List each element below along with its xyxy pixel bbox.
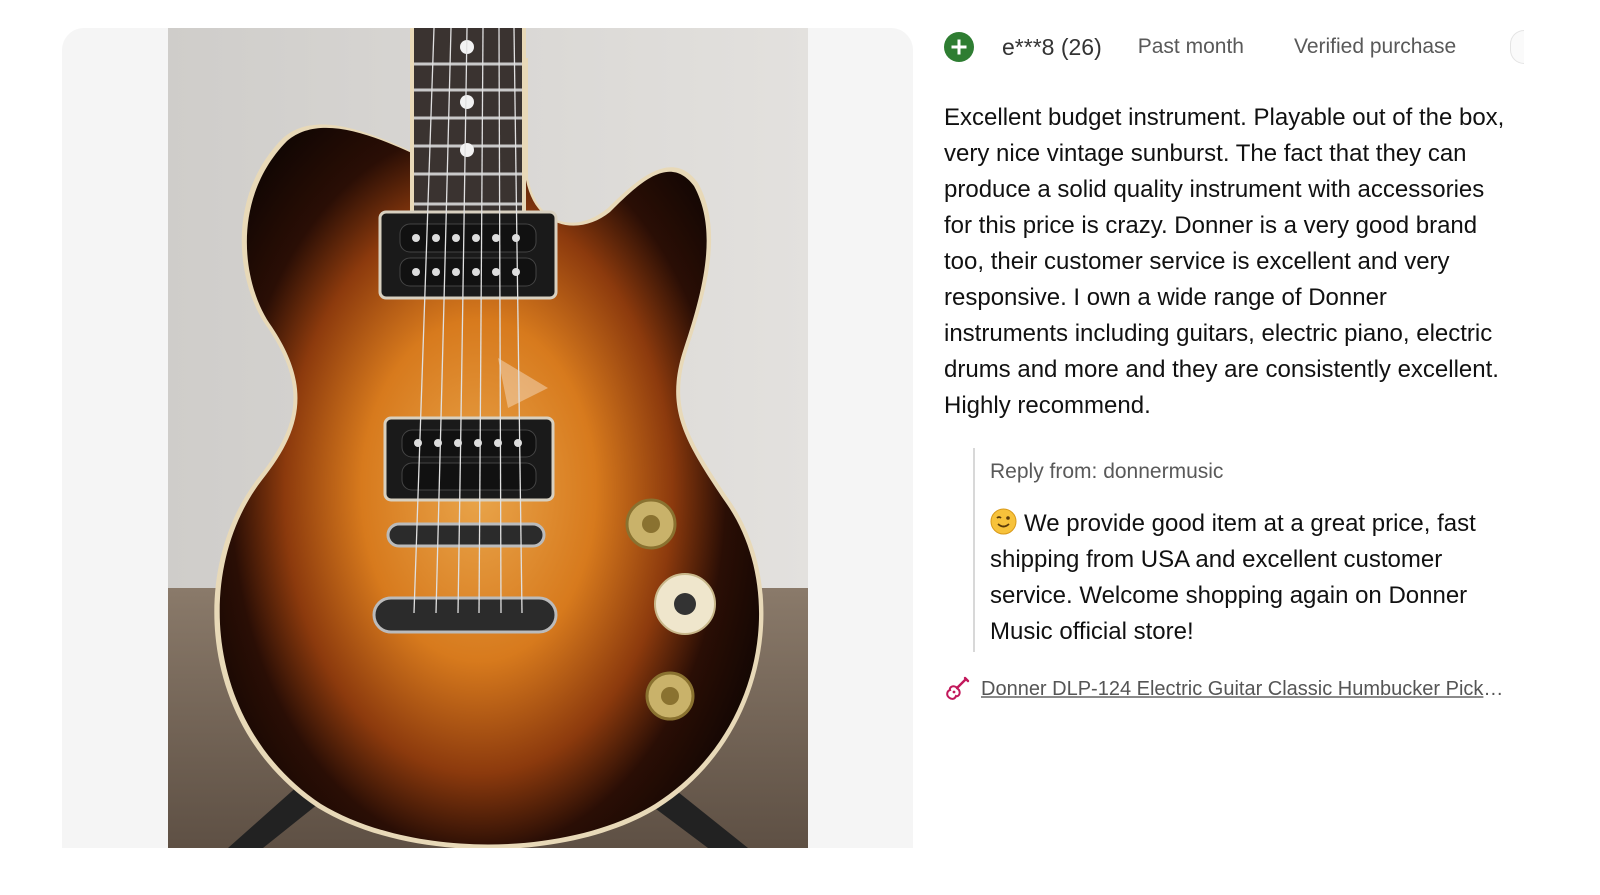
review-text: Excellent budget instrument. Playable ou… xyxy=(944,104,1505,419)
guitar-icon xyxy=(944,676,970,702)
guitar-photo-illustration xyxy=(168,28,808,848)
overflow-button[interactable] xyxy=(1510,30,1524,64)
reply-text: We provide good item at a great price, f… xyxy=(990,510,1476,645)
seller-reply: Reply from: donnermusic We provide good … xyxy=(973,448,1518,652)
review-header: e***8 (26) Past month Verified purchase xyxy=(944,28,1524,66)
reviewer-name: e***8 (26) xyxy=(1002,33,1102,60)
product-link-label[interactable]: Donner DLP-124 Electric Guitar Classic H… xyxy=(981,678,1509,701)
reply-body: We provide good item at a great price, f… xyxy=(990,506,1518,652)
review-photo[interactable] xyxy=(168,28,808,848)
winking-face-emoji xyxy=(990,508,1017,535)
review-date: Past month xyxy=(1137,35,1244,58)
reply-from-label: Reply from: donnermusic xyxy=(990,460,1224,483)
verified-purchase-label: Verified purchase xyxy=(1293,35,1457,58)
review-card: e***8 (26) Past month Verified purchase … xyxy=(944,28,1524,702)
review-photo-panel xyxy=(62,28,913,848)
product-link[interactable]: Donner DLP-124 Electric Guitar Classic H… xyxy=(944,676,1509,702)
plus-icon xyxy=(944,32,974,62)
